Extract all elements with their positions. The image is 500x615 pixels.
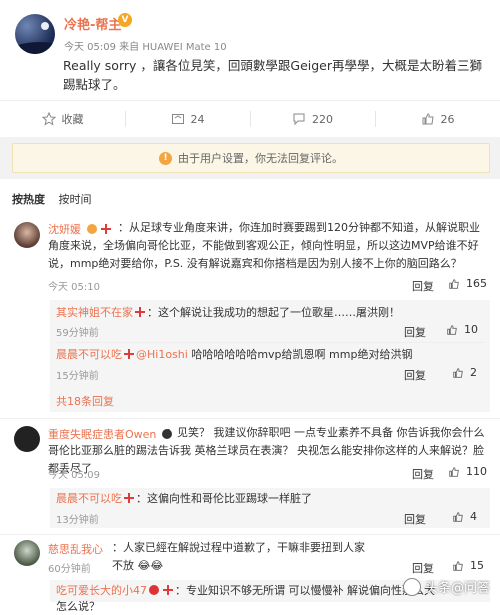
comment-reply-button[interactable]: 回复 — [412, 560, 434, 576]
comment-username[interactable]: 重度失眠症患者Owen — [48, 426, 174, 442]
comment-sort-tabs: 按热度 按时间 — [12, 191, 102, 207]
comment-username[interactable]: 慈思乱我心 — [48, 541, 103, 557]
reply-like-button[interactable]: 10 — [446, 323, 478, 336]
reply-item: 吃可爱长大的小47 ：专业知识不够无所谓 可以慢慢补 解说偏向性那么大怎么说？ — [56, 583, 436, 615]
warning-icon: ! — [159, 151, 172, 165]
thumbs-up-icon — [449, 466, 459, 477]
comment-divider — [0, 418, 500, 419]
post-meta: 今天 05:09 来自 HUAWEI Mate 10 — [64, 42, 227, 53]
reply-disabled-notice: ! 由于用户设置，你无法回复评论。 — [12, 143, 490, 173]
comment-like-button[interactable]: 15 — [452, 559, 484, 572]
comment-text: ：从足球专业角度来讲，你连加时赛要踢到120分钟都不知道，从解说职业角度来说，全… — [48, 221, 480, 270]
comment-reply-button[interactable]: 回复 — [412, 466, 434, 482]
comment-avatar[interactable] — [14, 540, 40, 566]
comment-time: 今天 05:09 — [48, 470, 100, 481]
thumbs-up-icon — [449, 278, 459, 289]
england-flag-icon — [135, 307, 145, 317]
tab-sort-time[interactable]: 按时间 — [59, 193, 92, 206]
comment-button[interactable]: 220 — [250, 101, 375, 137]
england-flag-icon — [163, 585, 173, 595]
comment-like-button[interactable]: 110 — [448, 465, 487, 478]
post-body: Really sorry ，讓各位見笑，回頭數學跟Geiger再學學，大概是太盼… — [63, 58, 482, 92]
reply-like-button[interactable]: 4 — [452, 510, 477, 523]
thumbs-up-icon — [447, 324, 457, 335]
view-more-replies-link[interactable]: 共18条回复 — [56, 393, 114, 409]
thumbs-up-icon — [453, 511, 463, 522]
tab-sort-hot[interactable]: 按热度 — [12, 193, 45, 206]
reply-item: 其实神姐不在家 ：这个解说让我成功的想起了一位歌星……屠洪刚！ — [56, 305, 416, 321]
reply-like-button[interactable]: 2 — [452, 366, 477, 379]
reply-reply-button[interactable]: 回复 — [404, 511, 426, 527]
comment-like-button[interactable]: 165 — [448, 277, 487, 290]
comment-text: ：人家已經在解說过程中道歉了，干嘛非要扭到人家不放 😂😂 — [112, 539, 372, 575]
reply-item: 晨晨不可以吃 @Hi1oshi 哈哈哈哈哈哈mvp给凯恩啊 mmp绝对给洪钢 — [56, 347, 416, 363]
comment-icon — [293, 113, 305, 126]
level-badge-icon — [161, 429, 172, 439]
comment-divider — [0, 534, 500, 535]
comment-like-count: 165 — [466, 277, 487, 290]
post-action-bar: 收藏 24 220 26 — [0, 100, 500, 138]
emoji-icon: 😂😂 — [137, 559, 164, 572]
reply-username[interactable]: 吃可爱长大的小47 — [56, 584, 147, 597]
reply-divider — [56, 342, 486, 343]
notice-text: 由于用户设置，你无法回复评论。 — [178, 152, 343, 165]
reply-reply-button[interactable]: 回复 — [404, 324, 426, 340]
reply-mention[interactable]: @Hi1oshi — [136, 348, 188, 361]
reply-time: 15分钟前 — [56, 371, 99, 382]
comment-like-count: 110 — [466, 465, 487, 478]
post-username[interactable]: 冷艳-帮主 — [64, 14, 121, 33]
comment-count: 220 — [312, 112, 333, 126]
reply-reply-button[interactable]: 回复 — [404, 367, 426, 383]
repost-icon — [171, 114, 184, 124]
thumbs-up-icon — [453, 560, 463, 571]
comment-time: 60分钟前 — [48, 564, 91, 575]
comment-avatar[interactable] — [14, 222, 40, 248]
verified-icon: V — [118, 13, 132, 27]
like-button[interactable]: 26 — [375, 101, 500, 137]
reply-like-count: 4 — [470, 510, 477, 523]
reply-text: ：这个解说让我成功的想起了一位歌星……屠洪刚！ — [147, 306, 400, 319]
repost-button[interactable]: 24 — [125, 101, 250, 137]
watermark-text: 头条@问答 — [424, 581, 490, 596]
toutiao-logo-icon — [402, 577, 421, 596]
reply-item: 晨晨不可以吃 ：这偏向性和哥伦比亚踢球一样脏了 — [56, 491, 416, 507]
reply-time: 59分钟前 — [56, 328, 99, 339]
weibo-post: 冷艳-帮主 V 今天 05:09 来自 HUAWEI Mate 10 Reall… — [0, 0, 500, 100]
comment-time: 今天 05:10 — [48, 282, 100, 293]
star-icon — [41, 112, 56, 126]
repost-count: 24 — [190, 112, 205, 126]
reply-like-count: 10 — [464, 323, 478, 336]
level-badge-icon — [149, 585, 159, 595]
favorite-button[interactable]: 收藏 — [0, 101, 125, 137]
thumbs-up-icon — [422, 113, 434, 125]
comment-avatar[interactable] — [14, 426, 40, 452]
reply-text: ：这偏向性和哥伦比亚踢球一样脏了 — [136, 492, 312, 505]
favorite-label: 收藏 — [61, 113, 84, 126]
comment-username-text: 重度失眠症患者Owen — [48, 428, 157, 441]
hill-shape — [15, 42, 55, 54]
comment-like-count: 15 — [470, 559, 484, 572]
watermark: 头条@问答 — [402, 577, 490, 596]
comment-reply-button[interactable]: 回复 — [412, 278, 434, 294]
reply-like-count: 2 — [470, 366, 477, 379]
thumbs-up-icon — [453, 367, 463, 378]
user-avatar[interactable] — [15, 14, 55, 54]
england-flag-icon — [124, 493, 134, 503]
reply-username[interactable]: 其实神姐不在家 — [56, 306, 133, 319]
reply-username[interactable]: 晨晨不可以吃 — [56, 348, 122, 361]
reply-username[interactable]: 晨晨不可以吃 — [56, 492, 122, 505]
moon-shape — [41, 22, 49, 30]
england-flag-icon — [124, 349, 134, 359]
like-count: 26 — [440, 112, 455, 126]
reply-time: 13分钟前 — [56, 515, 99, 526]
reply-text: 哈哈哈哈哈哈mvp给凯恩啊 mmp绝对给洪钢 — [187, 348, 413, 361]
